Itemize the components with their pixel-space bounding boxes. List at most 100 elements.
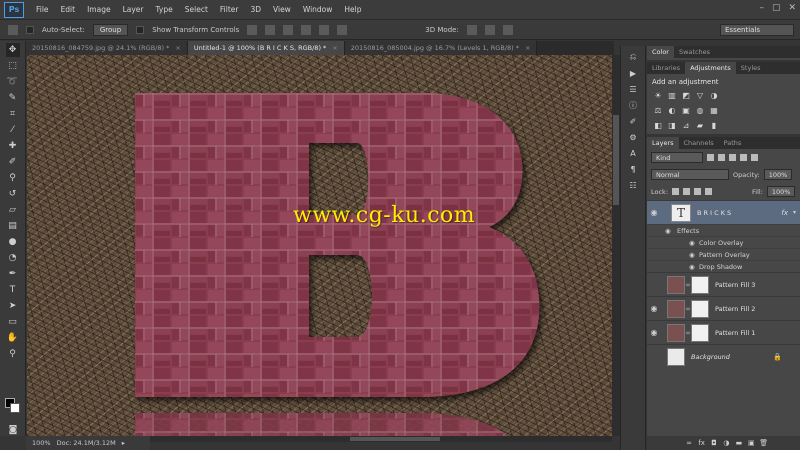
align-middle-icon[interactable]	[265, 24, 276, 35]
workspace-dropdown[interactable]: Essentials	[720, 24, 794, 36]
lasso-tool-icon[interactable]: ➰	[6, 75, 20, 89]
vibrance-icon[interactable]: ◑	[709, 91, 719, 100]
black-white-icon[interactable]: ◐	[667, 106, 677, 115]
menu-help[interactable]: Help	[338, 5, 367, 14]
move-tool-icon[interactable]	[8, 24, 18, 35]
curves-icon[interactable]: ◩	[681, 91, 691, 100]
type-tool-icon[interactable]: T	[6, 283, 20, 297]
menu-file[interactable]: File	[30, 5, 55, 14]
history-icon[interactable]: ⎌	[627, 52, 639, 62]
brush-presets-icon[interactable]: ✐	[627, 116, 639, 126]
color-lookup-icon[interactable]: ▦	[709, 106, 719, 115]
lock-position-icon[interactable]	[694, 188, 702, 195]
actions-icon[interactable]: ▶	[627, 68, 639, 78]
new-adjustment-icon[interactable]: ◑	[722, 439, 731, 448]
eye-icon[interactable]: ◉	[647, 280, 661, 289]
fill-input[interactable]: 100%	[766, 186, 796, 197]
new-layer-icon[interactable]: ▣	[747, 439, 756, 448]
vertical-scrollbar[interactable]	[612, 55, 620, 436]
pen-tool-icon[interactable]: ✒	[6, 267, 20, 281]
status-arrow-icon[interactable]: ▸	[122, 439, 125, 447]
chevron-down-icon[interactable]: ▾	[793, 209, 796, 216]
brush-tool-icon[interactable]: ✐	[6, 155, 20, 169]
horizontal-scrollbar[interactable]	[150, 436, 612, 442]
levels-icon[interactable]: ▥	[667, 91, 677, 100]
document-canvas[interactable]: www.cg-ku.com	[27, 55, 612, 436]
transform-controls-checkbox[interactable]	[136, 25, 145, 34]
align-bottom-icon[interactable]	[283, 24, 294, 35]
zoom-tool-icon[interactable]: ⚲	[6, 347, 20, 361]
effects-group[interactable]: ◉ Effects	[647, 224, 800, 236]
zoom-level[interactable]: 100%	[32, 439, 51, 447]
effect-drop-shadow[interactable]: ◉ Drop Shadow	[647, 260, 800, 272]
maximize-icon[interactable]: ▢	[772, 3, 781, 13]
brightness-icon[interactable]: ☀	[653, 91, 663, 100]
photo-filter-icon[interactable]: ▣	[681, 106, 691, 115]
quick-mask-icon[interactable]: ◙	[6, 423, 20, 437]
glyphs-icon[interactable]: ☷	[627, 180, 639, 190]
marquee-tool-icon[interactable]: ⬚	[6, 59, 20, 73]
align-center-icon[interactable]	[319, 24, 330, 35]
align-left-icon[interactable]	[301, 24, 312, 35]
color-swatches[interactable]	[5, 398, 21, 414]
stamp-tool-icon[interactable]: ⚲	[6, 171, 20, 185]
character-icon[interactable]: A	[627, 148, 639, 158]
background-color-swatch[interactable]	[10, 403, 20, 413]
selective-color-icon[interactable]: ▮	[709, 121, 719, 130]
layer-background[interactable]: ◉ Background 🔒	[647, 344, 800, 368]
tab-swatches[interactable]: Swatches	[674, 46, 715, 58]
menu-select[interactable]: Select	[179, 5, 214, 14]
gradient-map-icon[interactable]: ▰	[695, 121, 705, 130]
menu-edit[interactable]: Edit	[55, 5, 82, 14]
move-tool-icon[interactable]: ✥	[5, 43, 20, 57]
close-icon[interactable]: ×	[525, 44, 530, 52]
align-top-icon[interactable]	[247, 24, 258, 35]
gradient-tool-icon[interactable]: ▤	[6, 219, 20, 233]
menu-type[interactable]: Type	[150, 5, 179, 14]
fx-icon[interactable]: fx	[781, 209, 788, 217]
pixel-filter-icon[interactable]	[707, 154, 714, 161]
shape-filter-icon[interactable]	[740, 154, 747, 161]
close-icon[interactable]: ×	[332, 44, 337, 52]
tab-libraries[interactable]: Libraries	[647, 62, 685, 74]
align-right-icon[interactable]	[337, 24, 348, 35]
close-icon[interactable]: ✕	[788, 3, 796, 13]
link-layers-icon[interactable]: ∞	[685, 439, 694, 448]
opacity-input[interactable]: 100%	[763, 169, 793, 180]
menu-image[interactable]: Image	[81, 5, 117, 14]
info-icon[interactable]: ⓘ	[627, 100, 639, 110]
eye-icon[interactable]: ◉	[647, 328, 661, 337]
tab-adjustments[interactable]: Adjustments	[685, 62, 736, 74]
tab-channels[interactable]: Channels	[679, 137, 719, 149]
scroll-thumb[interactable]	[613, 115, 619, 205]
layer-pattern-fill-3[interactable]: ◉ ∞ Pattern Fill 3	[647, 272, 800, 296]
lock-pixels-icon[interactable]	[672, 188, 680, 195]
dodge-tool-icon[interactable]: ◔	[6, 251, 20, 265]
clone-source-icon[interactable]: ⚙	[627, 132, 639, 142]
minimize-icon[interactable]: –	[759, 3, 764, 13]
new-group-icon[interactable]: ▬	[734, 439, 743, 448]
auto-select-dropdown[interactable]: Group	[92, 23, 129, 36]
tab-color[interactable]: Color	[647, 46, 674, 58]
scroll-thumb[interactable]	[350, 437, 440, 441]
invert-icon[interactable]: ◧	[653, 121, 663, 130]
tab-document-2[interactable]: Untitled-1 @ 100% (B R I C K S, RGB/8) *…	[187, 41, 345, 55]
exposure-icon[interactable]: ▽	[695, 91, 705, 100]
eye-icon[interactable]: ◉	[647, 208, 661, 217]
auto-select-checkbox[interactable]	[26, 25, 34, 34]
path-select-tool-icon[interactable]: ➤	[6, 299, 20, 313]
tab-document-3[interactable]: 20150816_085004.jpg @ 16.7% (Levels 1, R…	[344, 41, 538, 55]
eyedropper-tool-icon[interactable]: ⁄	[6, 123, 20, 137]
eye-icon[interactable]: ◉	[647, 352, 661, 361]
blend-mode-dropdown[interactable]: Normal	[651, 169, 729, 180]
menu-layer[interactable]: Layer	[117, 5, 150, 14]
posterize-icon[interactable]: ◨	[667, 121, 677, 130]
eraser-tool-icon[interactable]: ▱	[6, 203, 20, 217]
tab-document-1[interactable]: 20150816_084759.jpg @ 24.1% (RGB/8) * ×	[26, 41, 188, 55]
layer-pattern-fill-2[interactable]: ◉ ∞ Pattern Fill 2	[647, 296, 800, 320]
smart-object-filter-icon[interactable]	[751, 154, 758, 161]
delete-layer-icon[interactable]: 🗑	[759, 439, 768, 448]
shape-tool-icon[interactable]: ▭	[6, 315, 20, 329]
layer-kind-filter[interactable]: Kind	[651, 152, 703, 163]
tab-styles[interactable]: Styles	[736, 62, 766, 74]
